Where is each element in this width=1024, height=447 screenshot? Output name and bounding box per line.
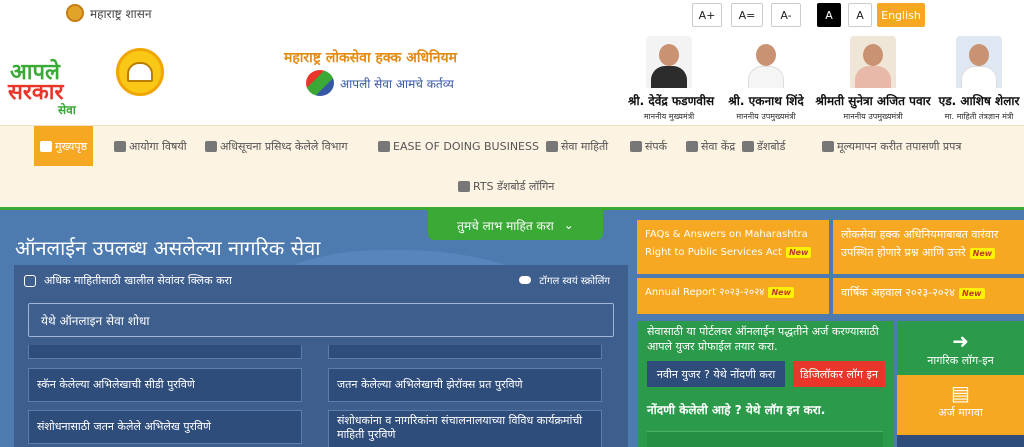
leader-role: माननीय उपमुख्यमंत्री [843, 112, 903, 121]
dark-contrast-button[interactable]: A [817, 3, 841, 27]
leader-name: श्री. एकनाथ शिंदे [728, 94, 804, 108]
main-section: तुमचे लाभ माहित करा ⌄ ऑनलाईन उपलब्ध असले… [0, 210, 1024, 447]
government-label-text: महाराष्ट्र शासन [90, 6, 152, 21]
registration-text: सेवासाठी या पोर्टलवर ऑनलाईन पद्धतीने अर्… [647, 325, 879, 353]
light-contrast-button[interactable]: A [848, 3, 872, 27]
phone-icon [630, 140, 642, 152]
leader-card: श्री. एकनाथ शिंदे माननीय उपमुख्यमंत्री [724, 32, 808, 122]
briefcase-icon [546, 140, 558, 152]
service-item[interactable]: संशोधनासाठी जतन केलेले अभिलेख पुरविणे [28, 410, 302, 444]
new-badge: New [969, 248, 996, 259]
logo-line-3: सेवा [58, 103, 76, 117]
leader-name: श्रीमती सुनेत्रा अजित पवार [815, 94, 931, 108]
pointer-hand-icon [24, 274, 36, 287]
services-panel: अधिक माहितीसाठी खालील सेवांवर क्लिक करा … [14, 265, 628, 447]
logo-line-2: सरकार [8, 80, 64, 105]
login-form-row[interactable] [647, 431, 883, 447]
leader-card: श्री. देवेंद्र फडणवीस माननीय मुख्यमंत्री [628, 32, 715, 122]
home-icon [40, 140, 52, 152]
service-item[interactable] [28, 345, 302, 359]
briefcase-icon [378, 140, 390, 152]
nav-item-rts-dashboard-login[interactable]: RTS डॅशबोर्ड लॉगिन [458, 166, 554, 206]
service-item[interactable]: स्कॅन केलेल्या अभिलेखाची सीडी पुरविणे [28, 368, 302, 402]
new-badge: New [785, 247, 812, 258]
digilocker-login-button[interactable]: डिजिलॉकर लॉग इन [793, 361, 885, 387]
service-search-input[interactable]: येथे ऑनलाइन सेवा शोधा [28, 303, 614, 337]
panel-hint: अधिक माहितीसाठी खालील सेवांवर क्लिक करा [24, 273, 232, 288]
new-badge: New [768, 287, 794, 298]
leader-name: श्री. देवेंद्र फडणवीस [628, 94, 715, 108]
annual-report-marathi-link[interactable]: वार्षिक अहवाल २०२३-२०२४ New [833, 278, 1024, 314]
citizen-login-button[interactable]: ➜ नागरिक लॉग-इन [897, 321, 1024, 375]
leader-role: मा. माहिती तंत्रज्ञान मंत्री [944, 112, 1014, 121]
new-badge: New [959, 288, 985, 299]
site-header: आपले सरकार सेवा महाराष्ट्र लोकसेवा हक्क … [0, 32, 1024, 125]
leader-name: एड. आशिष शेलार [938, 94, 1020, 108]
leader-role: माननीय उपमुख्यमंत्री [736, 112, 796, 121]
side-button-partial[interactable] [897, 435, 1024, 447]
person-icon [114, 140, 126, 152]
leader-photo [743, 36, 789, 88]
act-title: महाराष्ट्र लोकसेवा हक्क अधिनियम [284, 50, 457, 66]
login-icon [458, 180, 470, 192]
nav-item-service-centre[interactable]: सेवा केंद्र [686, 126, 735, 166]
leader-photo [956, 36, 1002, 88]
nav-item-about[interactable]: आयोगा विषयी [114, 126, 187, 166]
hands-logo-icon [306, 70, 334, 96]
leader-photo [850, 36, 896, 88]
users-icon [205, 140, 217, 152]
user-icon [686, 140, 698, 152]
tagline: आपली सेवा आमचे कर्तव्य [306, 70, 454, 96]
services-title: ऑनलाईन उपलब्ध असलेल्या नागरिक सेवा [15, 236, 321, 260]
new-user-register-button[interactable]: नवीन युजर ? येथे नोंदणी करा [647, 361, 785, 387]
nav-item-service-info[interactable]: सेवा माहिती [546, 126, 608, 166]
leader-role: माननीय मुख्यमंत्री [643, 112, 695, 121]
font-decrease-button[interactable]: A- [771, 3, 801, 27]
chevron-down-icon: ⌄ [563, 218, 574, 232]
registration-panel: सेवासाठी या पोर्टलवर ऑनलाईन पद्धतीने अर्… [637, 321, 893, 447]
tagline-text: आपली सेवा आमचे कर्तव्य [340, 76, 454, 91]
service-item[interactable] [328, 345, 602, 359]
annual-report-english-link[interactable]: Annual Report २०२३-२०२४ New [637, 278, 829, 314]
leader-card: एड. आशिष शेलार मा. माहिती तंत्रज्ञान मंत… [936, 32, 1022, 122]
toggle-switch-icon [519, 276, 532, 284]
font-increase-button[interactable]: A+ [692, 3, 722, 27]
leader-photo [646, 36, 692, 88]
faq-marathi-link[interactable]: लोकसेवा हक्क अधिनियमाबाबत वारंवार उपस्थि… [833, 220, 1024, 274]
language-button[interactable]: English [877, 3, 925, 27]
top-bar: महाराष्ट्र शासन A+ A= A- A A English [0, 0, 1024, 32]
nav-item-ease-of-doing-business[interactable]: EASE OF DOING BUSINESS [378, 126, 539, 166]
main-navigation: मुख्यपृष्ठ आयोगा विषयी अधिसूचना प्रसिध्द… [0, 125, 1024, 207]
apply-button[interactable]: ▤ अर्ज मागवा [897, 375, 1024, 435]
government-label: महाराष्ट्र शासन [66, 4, 152, 22]
service-item[interactable]: संशोधकांना व नागरिकांना संचालनालयाच्या व… [328, 410, 602, 447]
leader-card: श्रीमती सुनेत्रा अजित पवार माननीय उपमुख्… [812, 32, 934, 122]
dashboard-icon [742, 140, 754, 152]
faq-english-link[interactable]: FAQs & Answers on Maharashtra Right to P… [637, 220, 829, 274]
nav-item-assessment-form[interactable]: मूल्यमापन करीत तपासणी प्रपत्र [822, 126, 962, 166]
nav-item-notified-departments[interactable]: अधिसूचना प्रसिध्द केलेले विभाग [205, 126, 348, 166]
briefcase-icon [822, 140, 834, 152]
document-icon: ▤ [951, 381, 970, 405]
auto-scroll-toggle[interactable]: टॉगल स्वयं स्क्रोलिंग [519, 273, 610, 287]
know-your-benefits-toggle[interactable]: तुमचे लाभ माहित करा ⌄ [428, 210, 603, 240]
nav-item-dashboard[interactable]: डॅशबोर्ड [742, 126, 785, 166]
seal-logo-icon [116, 48, 164, 96]
state-emblem-icon [66, 4, 84, 22]
registered-login-heading: नोंदणी केलेली आहे ? येथे लॉग इन करा. [647, 403, 826, 417]
nav-item-home[interactable]: मुख्यपृष्ठ [34, 126, 94, 166]
nav-item-contact[interactable]: संपर्क [630, 126, 667, 166]
sign-in-icon: ➜ [952, 329, 969, 353]
font-reset-button[interactable]: A= [731, 3, 763, 27]
service-item[interactable]: जतन केलेल्या अभिलेखाची झेरॉक्स प्रत पुरव… [328, 368, 602, 402]
aaple-sarkar-logo[interactable]: आपले सरकार सेवा [8, 46, 108, 117]
